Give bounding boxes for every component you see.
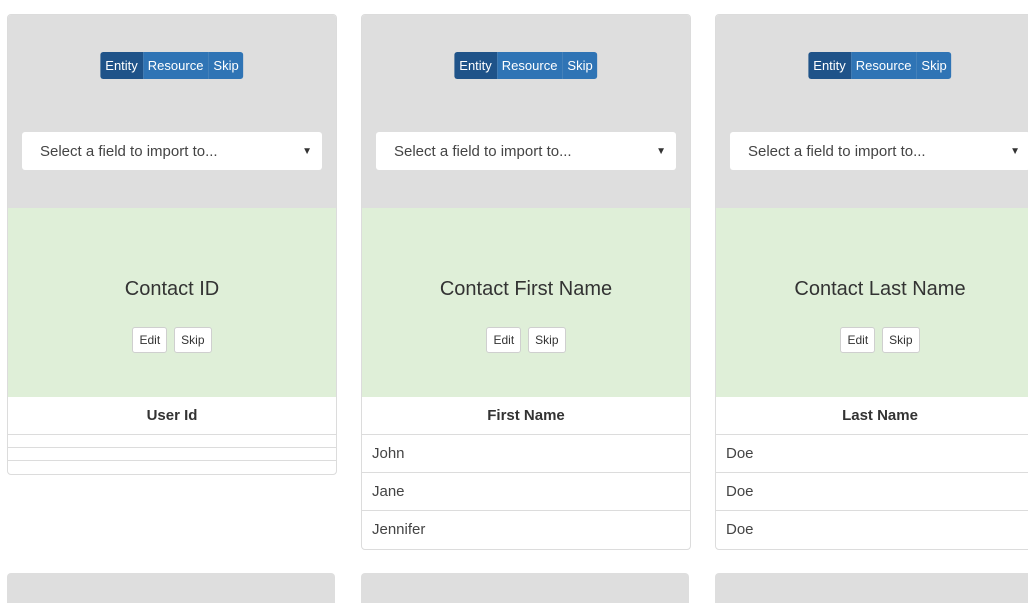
table-row: Jennifer: [372, 521, 426, 538]
mapping-panel: Entity Resource Skip Select a field to i…: [362, 15, 690, 208]
table-row: [8, 461, 336, 474]
table-row: [8, 448, 336, 461]
chevron-down-icon: ▼: [302, 145, 312, 157]
mapped-field-panel: Contact First Name Edit Skip: [362, 208, 690, 397]
column-header: First Name: [362, 397, 690, 435]
field-select-placeholder: Select a field to import to...: [748, 142, 926, 160]
edit-button[interactable]: Edit: [840, 327, 876, 353]
import-type-toggle: Entity Resource Skip: [454, 52, 598, 79]
entity-toggle-button[interactable]: Entity: [454, 52, 497, 79]
skip-button[interactable]: Skip: [882, 327, 920, 353]
column-header: User Id: [8, 397, 336, 435]
resource-toggle-button[interactable]: Resource: [142, 52, 209, 79]
next-column-card: [361, 573, 689, 603]
table-row: Doe: [726, 521, 754, 538]
chevron-down-icon: ▼: [1010, 145, 1020, 157]
column-card-3: Entity Resource Skip Select a field to i…: [715, 14, 1028, 550]
column-card-2: Entity Resource Skip Select a field to i…: [361, 14, 691, 550]
skip-toggle-button[interactable]: Skip: [916, 52, 952, 79]
mapped-field-title: Contact First Name: [439, 278, 613, 300]
resource-toggle-button[interactable]: Resource: [496, 52, 563, 79]
edit-button[interactable]: Edit: [486, 327, 522, 353]
mapped-field-title: Contact Last Name: [794, 278, 966, 300]
column-header: Last Name: [716, 397, 1028, 435]
column-card-1: Entity Resource Skip Select a field to i…: [7, 14, 337, 475]
mapped-field-title: Contact ID: [124, 278, 220, 300]
next-column-card: [715, 573, 1028, 603]
field-select-placeholder: Select a field to import to...: [394, 142, 572, 160]
table-row: Doe: [716, 473, 1028, 511]
import-type-toggle: Entity Resource Skip: [100, 52, 244, 79]
table-row: John: [362, 435, 690, 473]
table-row: [8, 435, 336, 448]
field-select[interactable]: Select a field to import to... ▼: [22, 132, 322, 170]
chevron-down-icon: ▼: [656, 145, 666, 157]
field-select-placeholder: Select a field to import to...: [40, 142, 218, 160]
entity-toggle-button[interactable]: Entity: [808, 52, 851, 79]
entity-toggle-button[interactable]: Entity: [100, 52, 143, 79]
skip-button[interactable]: Skip: [174, 327, 212, 353]
mapped-field-panel: Contact ID Edit Skip: [8, 208, 336, 397]
next-column-card: [7, 573, 335, 603]
field-select[interactable]: Select a field to import to... ▼: [730, 132, 1028, 170]
edit-button[interactable]: Edit: [132, 327, 168, 353]
import-type-toggle: Entity Resource Skip: [808, 52, 952, 79]
resource-toggle-button[interactable]: Resource: [850, 52, 917, 79]
table-row: Doe: [716, 435, 1028, 473]
skip-button[interactable]: Skip: [528, 327, 566, 353]
skip-toggle-button[interactable]: Skip: [562, 52, 598, 79]
mapped-field-panel: Contact Last Name Edit Skip: [716, 208, 1028, 397]
field-select[interactable]: Select a field to import to... ▼: [376, 132, 676, 170]
skip-toggle-button[interactable]: Skip: [208, 52, 244, 79]
mapping-panel: Entity Resource Skip Select a field to i…: [8, 15, 336, 208]
mapping-panel: Entity Resource Skip Select a field to i…: [716, 15, 1028, 208]
table-row: Jane: [362, 473, 690, 511]
